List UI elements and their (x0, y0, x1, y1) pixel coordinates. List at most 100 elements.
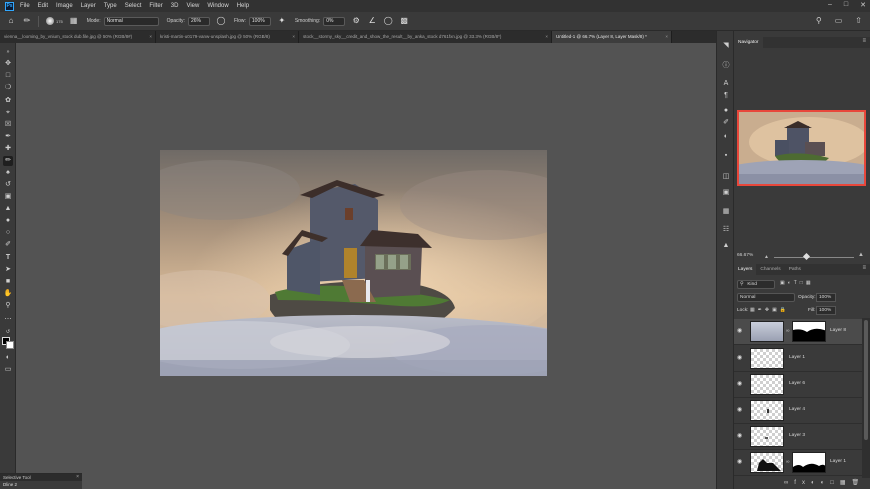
menu-select[interactable]: Select (125, 3, 142, 9)
layer-row-layer-1[interactable]: ◉ Layer 1 (734, 346, 862, 372)
history-brush-tool-icon[interactable]: ↺ (3, 180, 13, 190)
eyedropper-tool-icon[interactable]: ✒ (3, 132, 13, 142)
paint-bucket-tool-icon[interactable]: ▲ (3, 204, 13, 214)
workspace-icon[interactable]: ▭ (835, 16, 843, 25)
swatches-icon[interactable]: ▪ (721, 151, 731, 161)
history-icon[interactable]: ◥ (721, 41, 731, 51)
path-selection-tool-icon[interactable]: ➤ (3, 265, 13, 275)
zoom-tool-icon[interactable]: ⚲ (3, 301, 13, 311)
filter-kind-select[interactable]: ⚲ Kind (737, 280, 775, 289)
layer-thumbnail[interactable] (750, 321, 784, 342)
navigator-preview[interactable] (737, 110, 866, 186)
pen-tool-icon[interactable]: ✐ (3, 240, 13, 250)
close-icon[interactable]: × (292, 31, 295, 43)
eraser-tool-icon[interactable]: ▣ (3, 192, 13, 202)
marquee-tool-icon[interactable]: □ (3, 71, 13, 81)
close-icon[interactable]: × (76, 474, 79, 480)
layer-thumbnail[interactable] (750, 426, 784, 447)
hand-tool-icon[interactable]: ✋ (3, 289, 13, 299)
smoothing-settings-icon[interactable]: ⚙ (351, 16, 361, 26)
clone-stamp-tool-icon[interactable]: ♠ (3, 168, 13, 178)
brush-preset-icon[interactable] (45, 16, 55, 26)
lasso-tool-icon[interactable]: ❍ (3, 83, 13, 93)
layer-mask-thumbnail[interactable] (792, 321, 826, 342)
menu-window[interactable]: Window (207, 3, 228, 9)
3d-icon[interactable]: ▲ (721, 241, 731, 251)
menu-edit[interactable]: Edit (38, 3, 48, 9)
move-tool-icon[interactable]: ✥ (3, 59, 13, 69)
crop-tool-icon[interactable]: ⌖ (3, 108, 13, 118)
tab-stormy-sky[interactable]: stock__stormy_sky__credit_and_show_the_r… (299, 31, 552, 43)
zoom-in-icon[interactable]: ▲ (858, 252, 864, 258)
background-color-swatch[interactable] (6, 341, 14, 349)
close-icon[interactable]: × (545, 31, 548, 43)
layer-thumbnail[interactable] (750, 400, 784, 421)
link-icon[interactable]: ∞ (786, 328, 790, 334)
dodge-tool-icon[interactable]: ○ (3, 228, 13, 238)
swap-colors-icon[interactable]: ↺ (3, 327, 13, 337)
tab-paths[interactable]: Paths (785, 264, 805, 275)
layer-thumbnail[interactable] (750, 374, 784, 395)
close-icon[interactable]: × (149, 31, 152, 43)
document-canvas[interactable] (160, 150, 547, 376)
navigator-zoom-value[interactable]: 66.67% (737, 253, 753, 258)
visibility-eye-icon[interactable]: ◉ (737, 459, 744, 465)
paragraph-icon[interactable]: ¶ (721, 91, 731, 101)
navigator-zoom-handle[interactable] (802, 252, 811, 261)
brush-tool-icon[interactable]: ✏ (3, 156, 13, 166)
navigator-zoom-slider[interactable] (774, 257, 854, 258)
opacity-field[interactable]: 26% (187, 16, 210, 26)
mode-select[interactable]: Normal (103, 16, 159, 26)
flow-field[interactable]: 100% (248, 16, 271, 26)
layer-row-layer-4[interactable]: ◉ Layer 4 (734, 398, 862, 424)
tab-navigator[interactable]: Navigator (734, 37, 763, 48)
airbrush-icon[interactable]: ✦ (277, 16, 287, 26)
close-icon[interactable]: ✕ (860, 1, 866, 9)
menu-image[interactable]: Image (56, 3, 73, 9)
menu-layer[interactable]: Layer (81, 3, 96, 9)
layers-scrollbar[interactable] (862, 318, 870, 478)
lock-icons[interactable]: ▦✒✥▣🔒 (750, 307, 789, 313)
quick-select-tool-icon[interactable]: ✿ (3, 96, 13, 106)
type-tool-icon[interactable]: T (3, 253, 13, 263)
smoothing-field[interactable]: 0% (323, 16, 346, 26)
scrollbar-thumb[interactable] (864, 320, 868, 440)
visibility-eye-icon[interactable]: ◉ (737, 407, 744, 413)
menu-view[interactable]: View (186, 3, 199, 9)
quick-mask-icon[interactable]: ◐ (3, 353, 13, 363)
menu-file[interactable]: File (20, 3, 30, 9)
brush-settings-icon[interactable]: ▦ (69, 16, 79, 26)
layer-row-layer-1-bottom[interactable]: ◉ ∞ Layer 1 (734, 450, 862, 476)
panel-menu-icon[interactable]: ≡ (862, 265, 866, 271)
tab-layers[interactable]: Layers (734, 264, 757, 275)
styles-icon[interactable]: ▣ (721, 188, 731, 198)
minimize-icon[interactable]: – (828, 1, 832, 9)
symmetry-icon[interactable]: ▩ (399, 16, 409, 26)
visibility-eye-icon[interactable]: ◉ (737, 433, 744, 439)
color-icon[interactable]: ◐ (721, 132, 731, 142)
layer-mask-thumbnail[interactable] (792, 452, 826, 473)
share-icon[interactable]: ⇧ (855, 16, 862, 25)
visibility-eye-icon[interactable]: ◉ (737, 381, 744, 387)
layer-row-layer-6[interactable]: ◉ Layer 6 (734, 372, 862, 398)
libraries-icon[interactable]: ▦ (721, 207, 731, 217)
brushes-icon[interactable]: ✐ (721, 118, 731, 128)
brush-tool-icon[interactable]: ✏ (22, 16, 32, 26)
home-icon[interactable]: ⌂ (6, 16, 16, 26)
layer-thumbnail[interactable] (750, 452, 784, 473)
more-tools-icon[interactable]: ⋯ (3, 315, 13, 325)
character-icon[interactable]: A (721, 79, 731, 89)
adjustments-icon[interactable]: ◫ (721, 172, 731, 182)
info-icon[interactable]: ⓘ (721, 61, 731, 71)
brush-settings-icon[interactable]: ● (721, 106, 731, 116)
panel-menu-icon[interactable]: ≡ (862, 38, 866, 44)
pressure-size-icon[interactable]: ◯ (383, 16, 393, 26)
link-icon[interactable]: ∞ (786, 459, 790, 465)
tab-kristi-martin[interactable]: kristi-martin-u0179-vanw-unsplash.jpg @ … (156, 31, 299, 43)
layer-row-layer-3[interactable]: ◉ Layer 3 (734, 424, 862, 450)
maximize-icon[interactable]: □ (844, 1, 848, 9)
menu-filter[interactable]: Filter (149, 3, 162, 9)
rectangle-tool-icon[interactable]: ■ (3, 277, 13, 287)
layer-row-layer-8[interactable]: ◉ ∞ Layer 8 (734, 319, 862, 345)
search-icon[interactable]: ⚲ (816, 16, 822, 25)
